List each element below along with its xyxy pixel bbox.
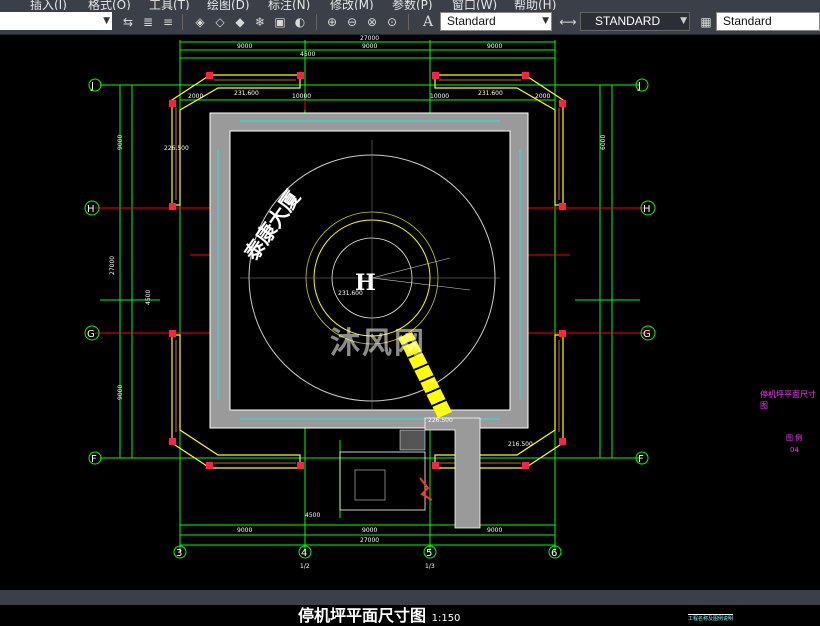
table-style-value: Standard	[723, 14, 772, 28]
dim-text: 9000	[237, 527, 252, 534]
grid-bubble-label: J	[90, 81, 94, 92]
dim-style-icon[interactable]: ⟷	[558, 13, 578, 31]
dim-text: 9000	[487, 43, 502, 50]
watermark: 沐风网	[330, 326, 426, 361]
layer-freeze-icon[interactable]: ❄	[250, 13, 270, 31]
drawing-scale: 1:150	[431, 613, 461, 624]
table-style-icon[interactable]: ▦	[696, 13, 716, 31]
menu-modify[interactable]: 修改(M)	[330, 0, 374, 10]
dim-text: 2000	[188, 93, 203, 100]
grid-bubble-label: 6	[551, 548, 557, 559]
right-legend-label: 图 例	[786, 434, 803, 442]
chevron-down-icon: ▼	[103, 16, 110, 26]
dim-text: 27000	[360, 35, 379, 42]
grid-bubble-label: 3	[176, 548, 182, 559]
dim-text: 9000	[362, 43, 377, 50]
grid-bubble-label: 4	[301, 548, 307, 559]
cad-drawing: H 泰康大厦 J J H H G G F F 3 4 5 6 1/2 1/3 2…	[84, 35, 656, 570]
dim-text: 9000	[487, 527, 502, 534]
layer-states-icon[interactable]: ≡	[158, 13, 178, 31]
text-style-icon[interactable]: A	[418, 13, 438, 31]
drawing-title-text: 停机坪平面尺寸图	[298, 606, 427, 625]
dim-text: 27000	[360, 537, 379, 544]
grid-bubble-label: H	[87, 204, 95, 215]
dim-text: 9000	[117, 385, 124, 400]
dim-text: 6000	[600, 135, 607, 150]
layer-previous-icon[interactable]: ≣	[138, 13, 158, 31]
layer-delete-icon[interactable]: ⊖	[342, 13, 362, 31]
grid-bubble-label: H	[643, 204, 651, 215]
toolbar-separator	[316, 14, 317, 30]
dim-text: 9000	[237, 43, 252, 50]
menu-format[interactable]: 格式(O)	[88, 0, 131, 10]
dim-text: 10000	[430, 93, 449, 100]
grid-bubble-label: J	[637, 81, 641, 92]
elevation-text: 231.600	[234, 90, 259, 97]
grid-bubble-label: 1/2	[300, 563, 310, 570]
layer-match-icon[interactable]: ⊗	[362, 13, 382, 31]
menu-dimension[interactable]: 标注(N)	[268, 0, 310, 10]
right-legend-title: 停机坪平面尺寸图	[760, 390, 816, 410]
menu-help[interactable]: 帮助(H)	[514, 0, 556, 10]
grid-bubble-label: G	[643, 329, 651, 340]
dim-style-value: STANDARD	[595, 14, 661, 28]
dim-text: 27000	[109, 256, 116, 275]
dim-text: 4500	[305, 512, 320, 519]
toolbar: ▼ ⇆ ≣ ≡ ◈ ◇ ◆ ❄ ▣ ◐ ⊕ ⊖ ⊗ ⊙ A Standard ▼…	[0, 10, 820, 35]
layer-lock-icon[interactable]: ▣	[270, 13, 290, 31]
grid-bubble-label: 5	[426, 548, 432, 559]
menu-bar: 插入(I) 格式(O) 工具(T) 绘图(D) 标注(N) 修改(M) 参数(P…	[0, 0, 820, 10]
menu-insert[interactable]: 插入(I)	[30, 0, 67, 10]
table-style-select[interactable]: Standard	[716, 12, 820, 31]
elevation-text: 226.500	[428, 417, 453, 424]
elevation-text: 231.600	[478, 90, 503, 97]
dim-text: 4500	[300, 51, 315, 58]
elevation-text: 216.500	[508, 441, 533, 448]
stairwell	[339, 417, 481, 529]
dim-text: 2000	[535, 93, 550, 100]
grid-bubble-label: F	[638, 454, 644, 465]
drawing-canvas[interactable]: H 泰康大厦 J J H H G G F F 3 4 5 6 1/2 1/3 2…	[0, 35, 820, 625]
grid-bubble-label: 1/3	[425, 563, 435, 570]
elevation-text: 226.500	[164, 145, 189, 152]
text-style-value: Standard	[447, 14, 496, 28]
dim-text: 4500	[145, 290, 152, 305]
menu-draw[interactable]: 绘图(D)	[207, 0, 250, 10]
dim-style-select[interactable]: STANDARD ▼	[580, 12, 690, 31]
layer-combo[interactable]: ▼	[0, 12, 112, 30]
text-style-select[interactable]: Standard ▼	[440, 12, 552, 31]
dim-text: 9000	[362, 527, 377, 534]
drawing-title: 停机坪平面尺寸图 1:150	[298, 602, 460, 626]
bottom-right-note: 工程名称及图例说明	[688, 614, 734, 622]
layer-off-icon[interactable]: ◆	[230, 13, 250, 31]
status-bar	[0, 590, 820, 605]
menu-tools[interactable]: 工具(T)	[149, 0, 190, 10]
menu-parameter[interactable]: 参数(P)	[392, 0, 433, 10]
menu-window[interactable]: 窗口(W)	[452, 0, 497, 10]
dim-text: 10000	[292, 93, 311, 100]
dim-text: 9000	[117, 135, 124, 150]
right-legend-number: 04	[790, 446, 799, 454]
layer-merge-icon[interactable]: ⊕	[322, 13, 342, 31]
chevron-down-icon: ▼	[680, 16, 687, 26]
chevron-down-icon: ▼	[542, 16, 549, 26]
toolbar-separator	[182, 14, 183, 30]
elevation-text: 231.600	[338, 290, 363, 297]
layer-isolate-icon[interactable]: ◈	[190, 13, 210, 31]
layer-walk-icon[interactable]: ◐	[290, 13, 310, 31]
grid-bubble-label: G	[87, 329, 95, 340]
layer-unisolate-icon[interactable]: ◇	[210, 13, 230, 31]
grid-bubble-label: F	[91, 454, 97, 465]
toolbar-separator	[408, 14, 409, 30]
match-properties-icon[interactable]: ⇆	[118, 13, 138, 31]
layer-change-icon[interactable]: ⊙	[382, 13, 402, 31]
